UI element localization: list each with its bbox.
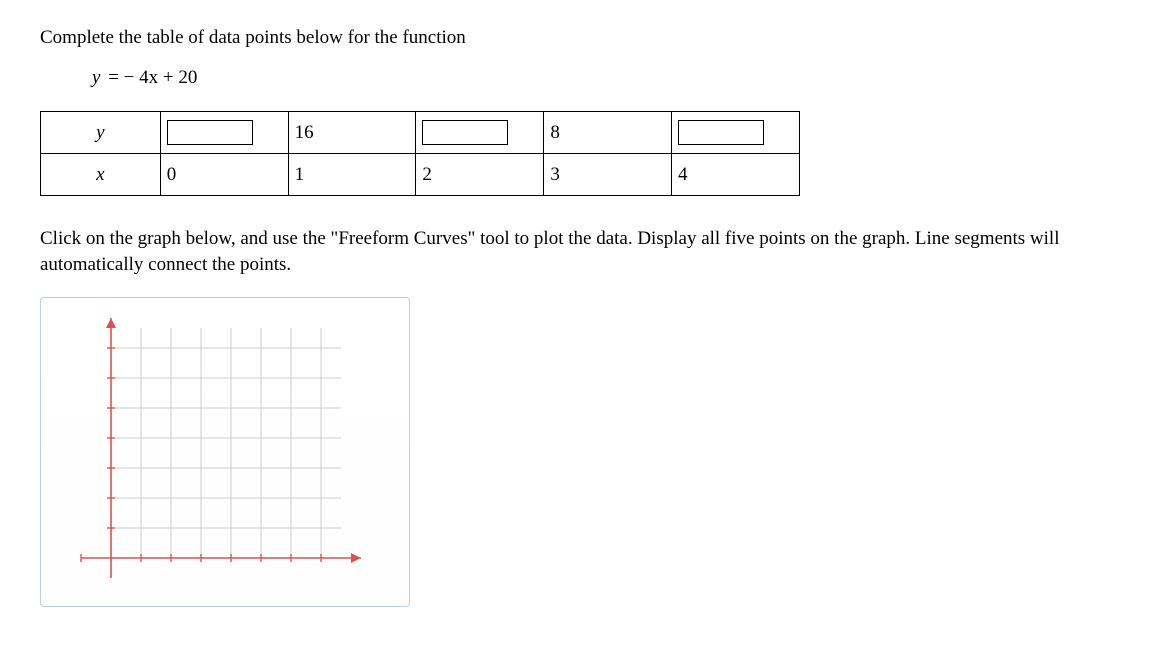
equation-lhs: y [92,67,100,88]
y-cell-2 [416,112,544,154]
y-cell-3: 8 [544,112,672,154]
prompt-text: Complete the table of data points below … [40,27,1123,49]
x-cell-2: 2 [416,154,544,196]
y-input-2[interactable] [422,120,508,145]
data-table: y 16 8 x 0 1 2 3 4 [40,111,800,196]
graph-canvas[interactable] [51,308,401,598]
x-cell-3: 3 [544,154,672,196]
table-row-y: y 16 8 [41,112,800,154]
y-row-header: y [41,112,161,154]
y-cell-4 [672,112,800,154]
x-row-header: x [41,154,161,196]
y-cell-1: 16 [288,112,416,154]
x-cell-1: 1 [288,154,416,196]
y-input-0[interactable] [167,120,253,145]
x-cell-4: 4 [672,154,800,196]
y-cell-0 [160,112,288,154]
equation: y = − 4x + 20 [92,67,1123,89]
y-input-4[interactable] [678,120,764,145]
x-cell-0: 0 [160,154,288,196]
graph-panel[interactable] [40,297,410,607]
instructions-text: Click on the graph below, and use the "F… [40,226,1120,277]
table-row-x: x 0 1 2 3 4 [41,154,800,196]
equation-rhs: = − 4x + 20 [108,67,197,88]
